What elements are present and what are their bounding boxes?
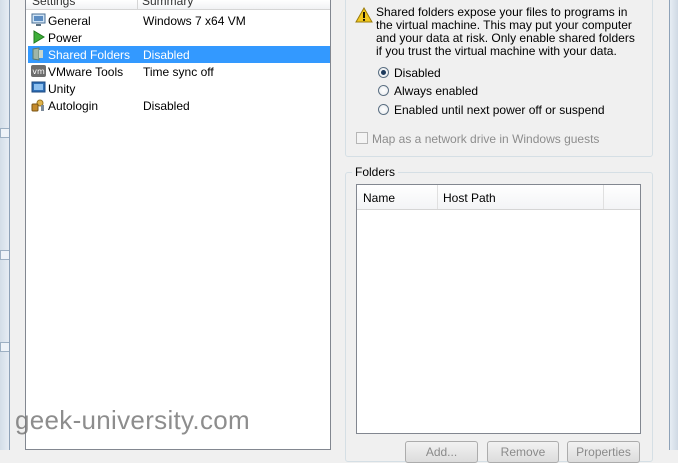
monitor-icon (31, 13, 46, 26)
map-network-drive-checkbox[interactable]: Map as a network drive in Windows guests (356, 131, 616, 147)
column-header-name[interactable]: Name (363, 191, 395, 205)
list-item-summary: Time sync off (143, 65, 214, 79)
list-item-general[interactable]: General Windows 7 x64 VM (28, 12, 330, 29)
list-item-label: Shared Folders (48, 48, 131, 62)
add-button[interactable]: Add... (405, 441, 478, 463)
list-item-summary: Windows 7 x64 VM (143, 14, 246, 28)
column-separator (603, 185, 604, 209)
radio-button[interactable] (378, 85, 389, 96)
list-item-summary: Disabled (143, 48, 190, 62)
list-header: Settings Summary (26, 0, 330, 10)
window-frame-right (670, 0, 678, 450)
vmware-tools-icon: vm (31, 65, 46, 77)
radio-button[interactable] (378, 104, 389, 115)
properties-button[interactable]: Properties (567, 441, 640, 463)
shared-folders-icon (32, 47, 43, 61)
list-item-summary: Disabled (143, 99, 190, 113)
svg-text:vm: vm (32, 67, 45, 76)
list-item-unity[interactable]: Unity (28, 80, 330, 97)
warning-icon (355, 7, 373, 23)
settings-list[interactable]: Settings Summary General Windows 7 x64 V… (25, 0, 331, 450)
window-frame-left (0, 0, 10, 450)
folders-list-header: Name Host Path (357, 185, 640, 210)
column-separator (437, 185, 438, 209)
power-icon (33, 30, 45, 44)
frame-border (669, 0, 670, 450)
folders-list[interactable]: Name Host Path (356, 184, 641, 434)
warning-message: Shared folders expose your files to prog… (376, 5, 635, 58)
remove-button[interactable]: Remove (487, 441, 559, 463)
column-header-summary[interactable]: Summary (142, 0, 193, 8)
autologin-icon (31, 99, 44, 112)
list-item-power[interactable]: Power (28, 29, 330, 46)
list-item-vmware-tools[interactable]: vm VMware Tools Time sync off (28, 63, 330, 80)
radio-disabled[interactable]: Disabled (378, 65, 618, 81)
list-item-label: General (48, 14, 91, 28)
column-separator (137, 0, 138, 9)
radio-always-enabled[interactable]: Always enabled (378, 83, 618, 99)
list-item-label: Autologin (48, 99, 99, 113)
list-item-shared-folders[interactable]: Shared Folders Disabled (28, 46, 330, 63)
list-item-label: Power (48, 31, 83, 45)
radio-label[interactable]: Enabled until next power off or suspend (394, 103, 605, 117)
list-item-autologin[interactable]: Autologin Disabled (28, 97, 330, 114)
frame-border (9, 0, 10, 450)
list-item-label: Unity (48, 82, 76, 96)
checkbox-label[interactable]: Map as a network drive in Windows guests (372, 132, 599, 146)
column-header-settings[interactable]: Settings (32, 0, 75, 8)
checkbox-box[interactable] (356, 132, 368, 144)
radio-label[interactable]: Disabled (394, 66, 441, 80)
radio-enabled-until-power-off[interactable]: Enabled until next power off or suspend (378, 102, 618, 118)
list-item-label: VMware Tools (48, 65, 124, 79)
column-header-host-path[interactable]: Host Path (443, 191, 496, 205)
radio-label[interactable]: Always enabled (394, 84, 478, 98)
unity-icon (31, 81, 46, 93)
radio-button[interactable] (378, 67, 389, 78)
watermark-text: geek-university.com (15, 405, 250, 435)
folders-legend: Folders (352, 165, 399, 179)
